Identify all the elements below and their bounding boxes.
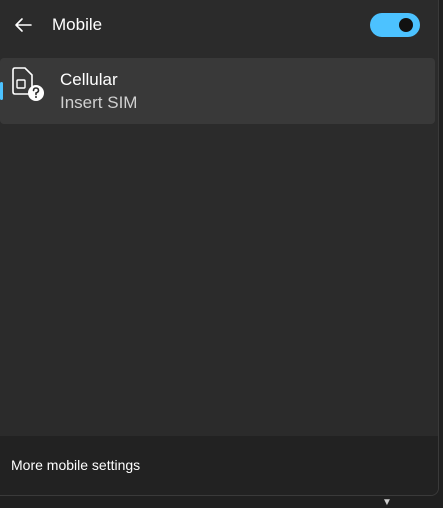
mobile-toggle[interactable]: [370, 13, 420, 37]
sim-question-icon: [12, 67, 44, 101]
toggle-knob: [399, 18, 413, 32]
cellular-item[interactable]: Cellular Insert SIM: [0, 58, 435, 124]
flyout-footer: More mobile settings: [0, 436, 438, 495]
arrow-left-icon: [15, 18, 32, 32]
page-title: Mobile: [52, 15, 103, 34]
back-button[interactable]: [8, 10, 38, 40]
mobile-flyout: Mobile Cellular Insert SIM More mobile s…: [0, 0, 439, 496]
item-status: Insert SIM: [60, 93, 138, 112]
item-title: Cellular: [60, 70, 118, 89]
selection-indicator: [0, 82, 3, 100]
flyout-header: Mobile: [0, 0, 438, 52]
more-mobile-settings-link[interactable]: More mobile settings: [11, 457, 140, 473]
scroll-down-arrow-icon[interactable]: ▼: [380, 496, 394, 508]
